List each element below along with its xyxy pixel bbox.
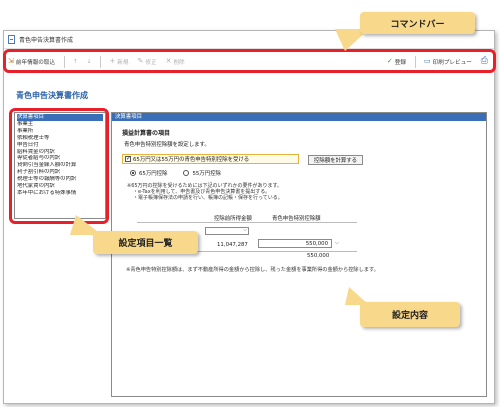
special-deduction-checkbox[interactable]: 65万円又は55万円の青色申告特別控除を受ける	[122, 154, 299, 164]
radio-65[interactable]	[130, 170, 136, 176]
radio-55[interactable]	[183, 170, 190, 176]
deduction-total: 550,000	[307, 253, 330, 259]
calculate-deduction-button[interactable]: 控除額を計算する	[308, 155, 363, 165]
document-icon	[8, 35, 15, 44]
note-line: ・電子帳簿保存法の申請を行い、帳簿の記帳・保存を行っている。	[133, 195, 283, 202]
divider	[137, 222, 357, 223]
settings-content-panel: 決算書項目 損益計算書の項目 青色申告特別控除額を設定します。 65万円又は55…	[111, 112, 487, 397]
chevron-down-icon: ⌵	[243, 227, 247, 233]
income-type-select[interactable]: ⌵	[205, 227, 249, 235]
section-title: 損益計算書の項目	[122, 130, 171, 137]
notes: ※65万円の控除を受けるためには下記のいずれかの要件があります。 ・e-Taxを…	[127, 183, 283, 202]
amount-before-deduction: 11,047,287	[217, 242, 248, 248]
radio-65-label: 65万円控除	[139, 171, 168, 177]
window-title: 青色申告決算書作成	[19, 37, 74, 44]
settings-list-highlight	[9, 108, 109, 224]
callout-settings-list: 設定項目一覧	[93, 231, 198, 254]
deduction-amount-input[interactable]: 550,000	[258, 239, 332, 248]
command-bar-highlight	[3, 49, 496, 73]
page-title: 青色申告決算書作成	[16, 91, 88, 100]
callout-settings-content: 設定内容	[360, 302, 460, 327]
column-header-deduction: 青色申告特別控除額	[272, 216, 321, 222]
section-description: 青色申告特別控除額を設定します。	[124, 142, 210, 148]
radio-55-label: 55万円控除	[192, 171, 221, 177]
panel-header: 決算書項目	[112, 113, 486, 121]
chevron-down-icon[interactable]: ⌵	[335, 240, 339, 246]
callout-command-bar: コマンドバー	[360, 12, 475, 34]
deduction-radio-group: 65万円控除 55万円控除	[130, 169, 237, 177]
footnote: ※青色申告特別控除額は、まず不動産所得の金額から控除し、残った金額を事業所得の金…	[126, 267, 379, 273]
column-header-before: 控除前所得金額	[214, 216, 252, 222]
checkbox-label: 65万円又は55万円の青色申告特別控除を受ける	[133, 157, 250, 163]
checkbox-checked[interactable]	[125, 155, 131, 162]
